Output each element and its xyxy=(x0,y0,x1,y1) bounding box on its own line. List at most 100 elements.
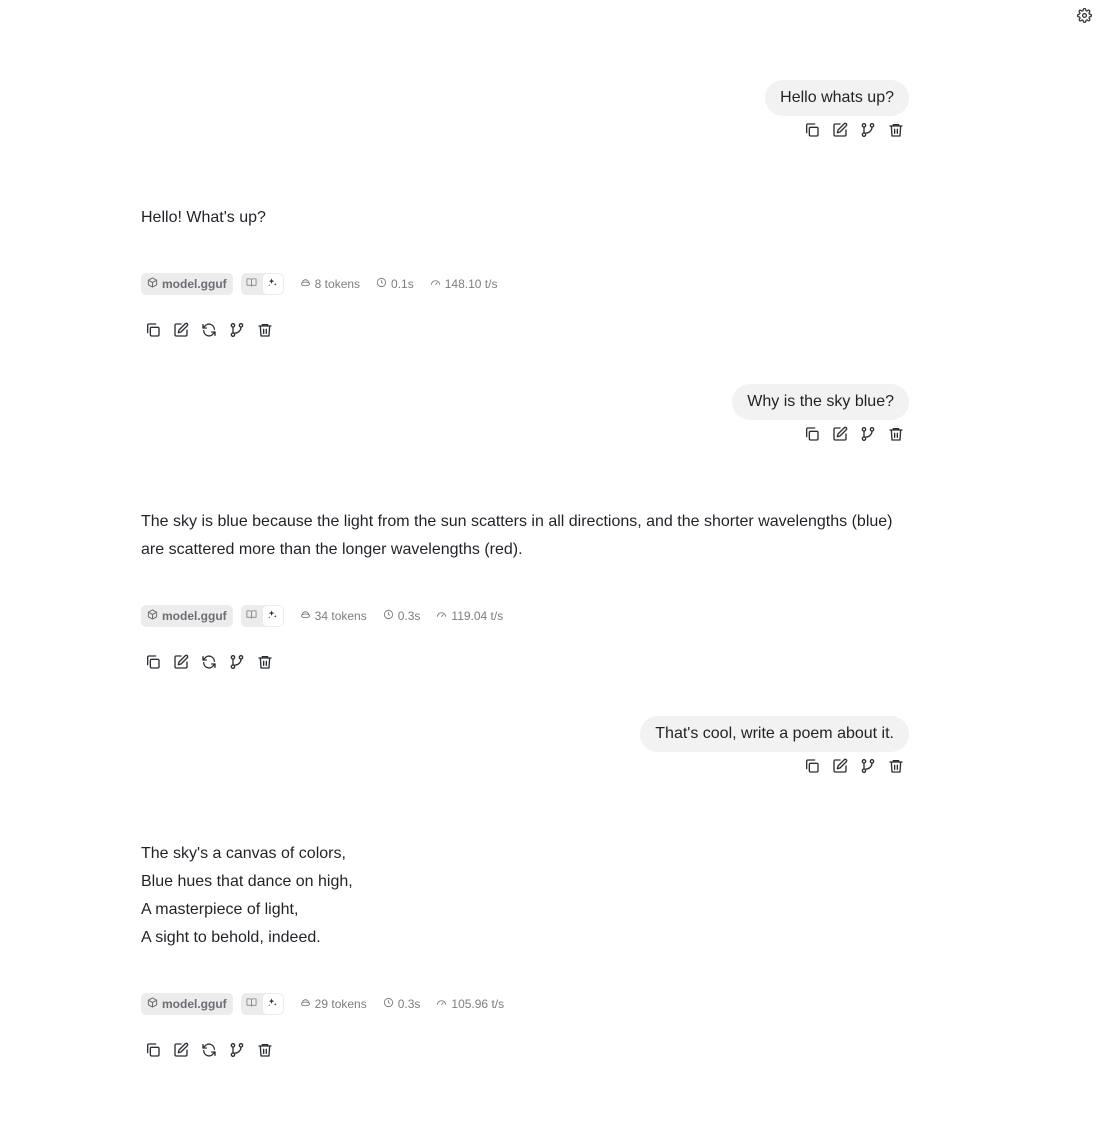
tokens-icon xyxy=(300,997,311,1011)
copy-button[interactable] xyxy=(139,1038,167,1066)
cube-icon xyxy=(147,277,158,291)
assistant-text-line: Blue hues that dance on high, xyxy=(141,873,353,890)
generation-stats: model.gguf 8 tokens 0.1s 148.10 t/s xyxy=(141,273,497,295)
generation-stats: model.gguf 34 tokens 0.3s 119.04 t/s xyxy=(141,605,503,627)
generation-time: 0.1s xyxy=(376,277,414,291)
generation-view-toggle[interactable] xyxy=(262,274,283,294)
copy-button[interactable] xyxy=(139,650,167,678)
cube-icon xyxy=(147,609,158,623)
copy-button[interactable] xyxy=(798,118,826,146)
branch-button[interactable] xyxy=(223,318,251,346)
edit-button[interactable] xyxy=(826,422,854,450)
edit-icon xyxy=(832,758,848,779)
user-message: Hello whats up? xyxy=(765,80,909,146)
generation-time: 0.3s xyxy=(383,609,420,623)
regenerate-button[interactable] xyxy=(195,1038,223,1066)
model-name: model.gguf xyxy=(162,277,227,291)
branch-button[interactable] xyxy=(854,118,882,146)
reading-view-toggle[interactable] xyxy=(242,994,262,1014)
git-branch-icon xyxy=(229,1042,245,1063)
user-message: Why is the sky blue? xyxy=(732,384,909,450)
book-open-icon xyxy=(246,275,257,293)
copy-icon xyxy=(804,758,820,779)
user-message-bubble: Why is the sky blue? xyxy=(732,384,909,420)
token-count: 8 tokens xyxy=(300,277,360,291)
assistant-message: The sky's a canvas of colors, Blue hues … xyxy=(141,840,909,1057)
assistant-text-line: A sight to behold, indeed. xyxy=(141,929,321,946)
generation-view-toggle[interactable] xyxy=(262,606,283,626)
git-branch-icon xyxy=(860,426,876,447)
copy-icon xyxy=(804,122,820,143)
edit-icon xyxy=(832,122,848,143)
model-badge[interactable]: model.gguf xyxy=(141,605,233,627)
clock-icon xyxy=(383,609,394,623)
delete-button[interactable] xyxy=(882,422,910,450)
edit-button[interactable] xyxy=(826,118,854,146)
delete-button[interactable] xyxy=(251,318,279,346)
model-badge[interactable]: model.gguf xyxy=(141,273,233,295)
model-name: model.gguf xyxy=(162,997,227,1011)
view-toggle xyxy=(240,605,284,627)
copy-icon xyxy=(145,654,161,675)
delete-button[interactable] xyxy=(251,1038,279,1066)
assistant-text-line: The sky is blue because the light from t… xyxy=(141,513,893,558)
model-badge[interactable]: model.gguf xyxy=(141,993,233,1015)
reading-view-toggle[interactable] xyxy=(242,274,262,294)
copy-button[interactable] xyxy=(139,318,167,346)
delete-button[interactable] xyxy=(251,650,279,678)
copy-button[interactable] xyxy=(798,754,826,782)
edit-icon xyxy=(173,1042,189,1063)
edit-icon xyxy=(173,322,189,343)
user-message-actions xyxy=(798,754,910,782)
branch-button[interactable] xyxy=(223,650,251,678)
generation-view-toggle[interactable] xyxy=(262,994,283,1014)
assistant-message-actions xyxy=(139,1038,279,1066)
edit-button[interactable] xyxy=(167,1038,195,1066)
generation-speed: 119.04 t/s xyxy=(436,609,503,623)
sparkles-icon xyxy=(267,995,278,1013)
token-count: 29 tokens xyxy=(300,997,367,1011)
reading-view-toggle[interactable] xyxy=(242,606,262,626)
assistant-message-text: The sky's a canvas of colors, Blue hues … xyxy=(141,840,909,952)
gear-icon xyxy=(1076,8,1092,28)
trash-icon xyxy=(257,654,273,675)
assistant-message-text: The sky is blue because the light from t… xyxy=(141,508,909,564)
copy-icon xyxy=(145,1042,161,1063)
cube-icon xyxy=(147,997,158,1011)
branch-button[interactable] xyxy=(854,422,882,450)
book-open-icon xyxy=(246,607,257,625)
branch-button[interactable] xyxy=(223,1038,251,1066)
edit-button[interactable] xyxy=(167,318,195,346)
copy-button[interactable] xyxy=(798,422,826,450)
user-message-actions xyxy=(798,118,910,146)
git-branch-icon xyxy=(229,322,245,343)
edit-button[interactable] xyxy=(167,650,195,678)
user-message-bubble: Hello whats up? xyxy=(765,80,909,116)
tokens-icon xyxy=(300,609,311,623)
copy-icon xyxy=(804,426,820,447)
sparkles-icon xyxy=(267,275,278,293)
refresh-icon xyxy=(201,1042,217,1063)
trash-icon xyxy=(888,122,904,143)
generation-time: 0.3s xyxy=(383,997,420,1011)
view-toggle xyxy=(240,273,284,295)
trash-icon xyxy=(888,426,904,447)
settings-button[interactable] xyxy=(1075,8,1093,28)
trash-icon xyxy=(888,758,904,779)
git-branch-icon xyxy=(229,654,245,675)
assistant-text-line: A masterpiece of light, xyxy=(141,901,299,918)
assistant-message-actions xyxy=(139,318,279,346)
edit-button[interactable] xyxy=(826,754,854,782)
edit-icon xyxy=(832,426,848,447)
delete-button[interactable] xyxy=(882,754,910,782)
branch-button[interactable] xyxy=(854,754,882,782)
model-name: model.gguf xyxy=(162,609,227,623)
user-message: That's cool, write a poem about it. xyxy=(640,716,909,782)
delete-button[interactable] xyxy=(882,118,910,146)
refresh-icon xyxy=(201,322,217,343)
regenerate-button[interactable] xyxy=(195,318,223,346)
regenerate-button[interactable] xyxy=(195,650,223,678)
generation-speed: 105.96 t/s xyxy=(436,997,504,1011)
clock-icon xyxy=(376,277,387,291)
assistant-text-line: Hello! What's up? xyxy=(141,209,266,226)
